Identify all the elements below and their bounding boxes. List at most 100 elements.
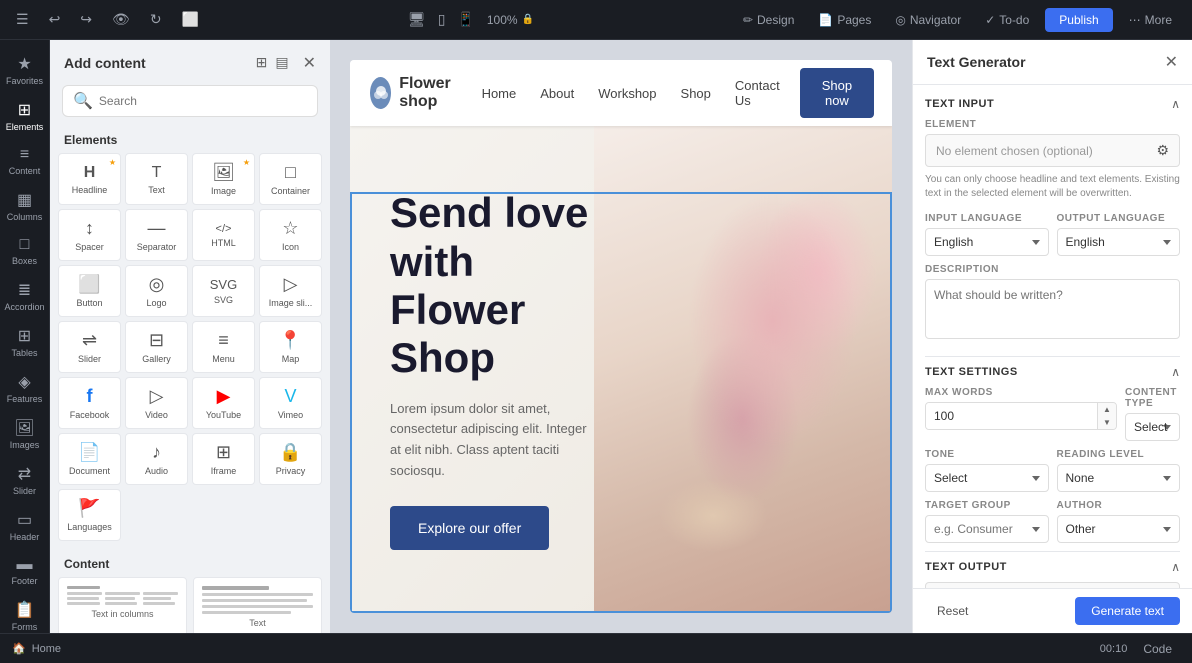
element-video[interactable]: ▷ Video	[125, 377, 188, 429]
generate-button[interactable]: Generate text	[1075, 597, 1180, 625]
element-gallery[interactable]: ⊟ Gallery	[125, 321, 188, 373]
element-slider[interactable]: ⇌ Slider	[58, 321, 121, 373]
right-panel-content: Text input ∧ ELEMENT No element chosen (…	[913, 85, 1192, 588]
sidebar-item-columns[interactable]: ▦ Columns	[2, 184, 48, 228]
sidebar-item-slider[interactable]: ⇄ Slider	[2, 458, 48, 502]
pages-button[interactable]: 📄 Pages	[810, 9, 879, 31]
vimeo-icon: V	[284, 386, 296, 407]
element-privacy[interactable]: 🔒 Privacy	[259, 433, 322, 485]
shop-now-button[interactable]: Shop now	[800, 68, 874, 118]
target-group-input[interactable]	[925, 515, 1049, 543]
content-type-select[interactable]: Select	[1125, 413, 1180, 441]
sidebar-item-elements[interactable]: ⊞ Elements	[2, 94, 48, 138]
description-textarea[interactable]	[925, 279, 1180, 339]
element-audio[interactable]: ♪ Audio	[125, 433, 188, 485]
top-bar-left: ☰ ↩ ↪ 👁 ↻ ⬜	[12, 7, 203, 32]
reset-button[interactable]: Reset	[925, 598, 980, 624]
author-select[interactable]: Other	[1057, 515, 1181, 543]
output-language-select[interactable]: English	[1057, 228, 1181, 256]
element-languages[interactable]: 🚩 Languages	[58, 489, 121, 541]
svg-icon: SVG	[210, 277, 237, 292]
element-select-settings-icon: ⚙	[1156, 142, 1169, 159]
tone-select[interactable]: Select	[925, 464, 1049, 492]
save-button[interactable]: ⬜	[178, 7, 203, 32]
element-select[interactable]: No element chosen (optional) ⚙	[925, 134, 1180, 167]
hamburger-menu-button[interactable]: ☰	[12, 7, 33, 32]
desktop-device-button[interactable]: 🖥	[404, 7, 430, 32]
nav-contact[interactable]: Contact Us	[735, 78, 780, 108]
panel-close-button[interactable]: ✕	[303, 53, 316, 73]
undo-button[interactable]: ↩	[45, 7, 65, 32]
todo-button[interactable]: ✓ To-do	[977, 9, 1037, 31]
sidebar-item-accordion[interactable]: ≣ Accordion	[2, 274, 48, 318]
navigator-button[interactable]: ◎ Navigator	[887, 9, 969, 31]
content-text[interactable]: Text	[193, 577, 322, 633]
refresh-button[interactable]: ↻	[146, 7, 166, 32]
sidebar-item-features[interactable]: ◈ Features	[2, 366, 48, 410]
stepper-up-button[interactable]: ▲	[1098, 403, 1116, 416]
element-image-slider[interactable]: ▷ Image sli...	[259, 265, 322, 317]
nav-shop[interactable]: Shop	[681, 86, 711, 101]
hero-image-area	[594, 126, 892, 613]
element-text[interactable]: T Text	[125, 153, 188, 205]
element-youtube[interactable]: ▶ YouTube	[192, 377, 255, 429]
nav-about[interactable]: About	[540, 86, 574, 101]
element-html[interactable]: </> HTML	[192, 209, 255, 261]
element-container[interactable]: □ Container	[259, 153, 322, 205]
element-menu[interactable]: ≡ Menu	[192, 321, 255, 373]
publish-button[interactable]: Publish	[1045, 8, 1112, 32]
element-logo[interactable]: ◎ Logo	[125, 265, 188, 317]
redo-button[interactable]: ↪	[76, 7, 96, 32]
time-display: 00:10	[1100, 643, 1128, 655]
element-iframe[interactable]: ⊞ Iframe	[192, 433, 255, 485]
nav-home[interactable]: Home	[482, 86, 517, 101]
element-vimeo[interactable]: V Vimeo	[259, 377, 322, 429]
element-document[interactable]: 📄 Document	[58, 433, 121, 485]
search-input[interactable]	[99, 94, 307, 108]
right-panel-close-button[interactable]: ✕	[1165, 52, 1178, 72]
element-separator[interactable]: — Separator	[125, 209, 188, 261]
text-input-collapse-button[interactable]: ∧	[1171, 97, 1180, 111]
mobile-device-button[interactable]: 📱	[453, 7, 478, 32]
sidebar-item-header[interactable]: ▭ Header	[2, 504, 48, 548]
code-button[interactable]: Code	[1135, 638, 1180, 660]
list-view-button[interactable]: ▤	[273, 52, 290, 73]
reading-level-select[interactable]: None	[1057, 464, 1181, 492]
element-svg[interactable]: SVG SVG	[192, 265, 255, 317]
design-button[interactable]: ✏ Design	[735, 9, 802, 31]
logo-svg	[371, 83, 391, 103]
reading-level-label: READING LEVEL	[1057, 449, 1181, 460]
sidebar-item-tables[interactable]: ⊞ Tables	[2, 320, 48, 364]
element-image[interactable]: ★ 🖼 Image	[192, 153, 255, 205]
grid-view-button[interactable]: ⊞	[254, 52, 270, 73]
text-settings-collapse-button[interactable]: ∧	[1171, 365, 1180, 379]
content-text-in-columns[interactable]: Text in columns	[58, 577, 187, 633]
star-badge: ★	[109, 158, 116, 167]
element-button[interactable]: ⬜ Button	[58, 265, 121, 317]
sidebar-item-favorites[interactable]: ★ Favorites	[2, 48, 48, 92]
max-words-input[interactable]	[926, 403, 1097, 429]
nav-workshop[interactable]: Workshop	[598, 86, 656, 101]
sidebar-item-images[interactable]: 🖼 Images	[2, 412, 48, 456]
element-facebook[interactable]: f Facebook	[58, 377, 121, 429]
hero-subtitle: Lorem ipsum dolor sit amet, consectetur …	[390, 399, 598, 482]
element-icon[interactable]: ☆ Icon	[259, 209, 322, 261]
preview-button[interactable]: 👁	[108, 7, 134, 32]
input-language-select[interactable]: English	[925, 228, 1049, 256]
tablet-device-button[interactable]: ▯	[434, 7, 450, 32]
divider-2	[925, 551, 1180, 552]
stepper-down-button[interactable]: ▼	[1098, 416, 1116, 429]
element-map[interactable]: 📍 Map	[259, 321, 322, 373]
sidebar-item-boxes[interactable]: □ Boxes	[2, 230, 48, 272]
element-spacer[interactable]: ↕ Spacer	[58, 209, 121, 261]
sidebar-item-forms[interactable]: 📋 Forms	[2, 594, 48, 633]
text-output-collapse-button[interactable]: ∧	[1171, 560, 1180, 574]
explore-button[interactable]: Explore our offer	[390, 506, 549, 550]
star-badge-image: ★	[243, 158, 250, 167]
sidebar-item-footer[interactable]: ▬ Footer	[2, 550, 48, 592]
sidebar-item-content[interactable]: ≡ Content	[2, 140, 48, 182]
text-output-label: Text output	[925, 561, 1007, 573]
output-language-group: OUTPUT LANGUAGE English	[1057, 213, 1181, 256]
more-button[interactable]: ⋯ More	[1121, 9, 1180, 31]
element-headline[interactable]: ★ H Headline	[58, 153, 121, 205]
